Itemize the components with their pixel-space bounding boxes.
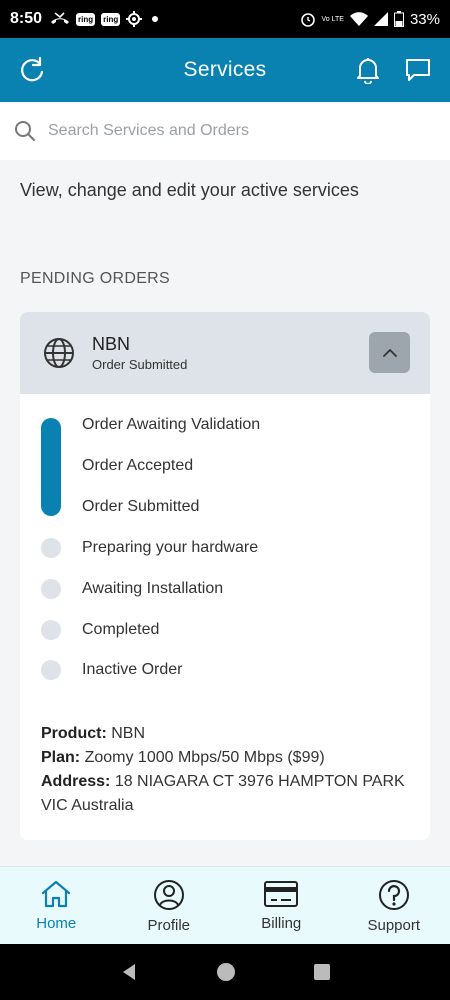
step-label: Order Submitted <box>82 498 200 515</box>
missed-call-icon <box>51 12 70 24</box>
nav-billing[interactable]: Billing <box>225 867 338 944</box>
search-bar[interactable] <box>0 102 450 160</box>
status-notifications: ring ring <box>50 11 159 27</box>
more-notifications-dot <box>152 16 159 22</box>
completed-progress-bar <box>41 418 61 516</box>
battery-icon <box>393 11 404 27</box>
refresh-icon <box>21 56 44 82</box>
nav-profile[interactable]: Profile <box>113 867 226 944</box>
step-pending-dot <box>41 620 61 640</box>
battery-percent: 33% <box>409 10 440 28</box>
cell-signal-icon <box>373 12 388 26</box>
collapse-button[interactable] <box>369 332 410 373</box>
volte-indicator: Vo LTE <box>321 15 344 23</box>
search-input[interactable] <box>48 122 408 140</box>
refresh-button[interactable] <box>14 52 50 88</box>
ring-app-icon-2: ring <box>101 12 121 26</box>
step-label: Inactive Order <box>82 661 183 678</box>
plan-label: Plan: <box>41 749 81 766</box>
status-time: 8:50 <box>10 10 43 27</box>
nav-home[interactable]: Home <box>0 867 113 944</box>
step-label: Preparing your hardware <box>82 539 259 556</box>
nav-support[interactable]: Support <box>338 867 450 944</box>
messages-button[interactable] <box>400 52 436 88</box>
chat-icon <box>406 59 430 81</box>
chevron-up-icon <box>382 348 397 357</box>
step-pending-dot <box>41 538 61 558</box>
order-card: NBN Order Submitted Order Awaiting Valid… <box>20 312 430 840</box>
recents-square-icon[interactable] <box>313 963 331 981</box>
home-circle-icon[interactable] <box>216 962 236 982</box>
settings-gear-icon <box>126 11 143 27</box>
address-row: Address: 18 NIAGARA CT 3976 HAMPTON PARK… <box>41 770 411 818</box>
bell-icon <box>357 58 379 84</box>
step-label: Completed <box>82 621 160 638</box>
app-header: Services <box>0 38 450 102</box>
order-details: Product: NBN Plan: Zoomy 1000 Mbps/50 Mb… <box>41 722 411 818</box>
step-label: Order Awaiting Validation <box>82 416 261 433</box>
bottom-nav: Home Profile Billing Support <box>0 866 450 944</box>
product-row: Product: NBN <box>41 722 411 746</box>
plan-value: Zoomy 1000 Mbps/50 Mbps ($99) <box>84 749 325 766</box>
search-icon <box>15 121 35 141</box>
help-icon <box>378 880 409 910</box>
globe-icon <box>44 338 74 368</box>
order-status: Order Submitted <box>92 357 188 372</box>
order-card-header[interactable]: NBN Order Submitted <box>20 312 430 394</box>
back-triangle-icon[interactable] <box>119 962 139 982</box>
step-label: Order Accepted <box>82 457 194 474</box>
page-title: Services <box>183 58 267 81</box>
notifications-button[interactable] <box>350 52 386 88</box>
product-label: Product: <box>41 725 107 742</box>
plan-row: Plan: Zoomy 1000 Mbps/50 Mbps ($99) <box>41 746 411 770</box>
nav-support-label: Support <box>367 917 421 934</box>
ring-app-icon: ring <box>76 12 96 26</box>
profile-icon <box>153 880 184 910</box>
order-name: NBN <box>92 334 131 354</box>
step-label: Awaiting Installation <box>82 580 224 597</box>
nav-home-label: Home <box>36 915 77 932</box>
nav-billing-label: Billing <box>261 915 302 932</box>
home-icon <box>42 880 71 908</box>
step-pending-dot <box>41 660 61 680</box>
step-pending-dot <box>41 579 61 599</box>
system-nav-bar <box>0 944 450 1000</box>
billing-card-icon <box>264 881 299 907</box>
product-value: NBN <box>111 725 146 742</box>
intro-text: View, change and edit your active servic… <box>20 180 359 200</box>
nav-profile-label: Profile <box>147 917 191 934</box>
wifi-icon <box>349 12 368 26</box>
status-bar: 8:50 ring ring Vo LTE 33% <box>0 0 450 38</box>
address-label: Address: <box>41 773 111 790</box>
status-system-icons: Vo LTE 33% <box>300 11 440 28</box>
section-title-pending-orders: PENDING ORDERS <box>20 270 170 287</box>
alarm-icon <box>300 13 315 27</box>
